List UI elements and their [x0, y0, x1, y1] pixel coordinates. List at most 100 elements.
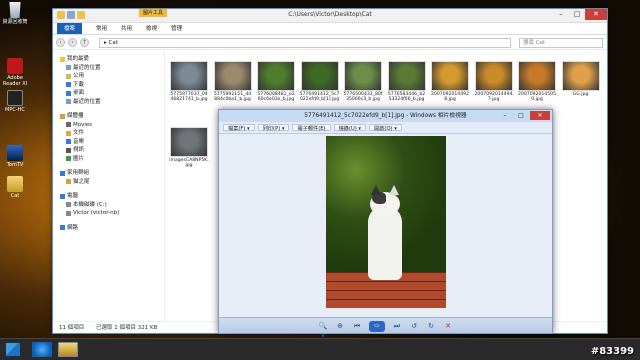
nav-item-icon	[66, 156, 71, 161]
tomtv-icon	[7, 145, 23, 161]
ribbon-tab[interactable]: 管理	[171, 23, 182, 34]
desktop-icon-cat-folder[interactable]: Cat	[0, 176, 30, 199]
previous-icon[interactable]: ⏮	[352, 321, 362, 331]
nav-item-icon	[60, 170, 65, 176]
viewer-menu-item[interactable]: 燒錄(U) ▾	[333, 124, 367, 132]
file-thumbnail[interactable]: 5776500433_80f35066c3_b.jpg	[343, 61, 383, 102]
viewer-titlebar[interactable]: 5776491412_5c7022efd9_b[1].jpg - Windows…	[219, 110, 552, 122]
nav-item-icon	[66, 65, 71, 70]
file-thumbnail[interactable]: 5775992151_dd884c0ba1_b.jpg	[213, 61, 253, 102]
nav-item[interactable]: 音樂	[53, 138, 164, 147]
file-thumbnail[interactable]: 20070920144928.jpg	[430, 61, 470, 102]
recycle-bin-icon	[9, 2, 21, 18]
viewer-menu-item[interactable]: 檔案(F) ▾	[223, 124, 255, 132]
nav-item[interactable]: 猫之尾	[53, 178, 164, 187]
file-explorer-taskbar-icon[interactable]	[58, 342, 78, 357]
desktop: 資源回收筒 Adobe Reader XI MPC-HC TomTV Cat 圖片工具 …	[0, 0, 640, 338]
nav-item-icon	[66, 73, 71, 79]
maximize-button[interactable]: □	[514, 111, 528, 120]
nav-item[interactable]: 最近的位置	[53, 64, 164, 73]
nav-item-icon	[60, 113, 65, 119]
file-name: 5776500433_80f35066c3_b.jpg	[343, 92, 383, 103]
photo-viewer-window[interactable]: 5776491412_5c7022efd9_b[1].jpg - Windows…	[218, 109, 553, 338]
ribbon-tab[interactable]: 檢視	[146, 23, 157, 34]
file-name: 20070920145050.jpg	[518, 92, 556, 103]
thumbnail-image	[213, 61, 252, 91]
nav-item[interactable]: 電腦	[53, 192, 164, 201]
nav-item[interactable]: 我的最愛	[53, 55, 164, 64]
nav-item[interactable]: 公用	[53, 72, 164, 81]
ribbon-tab[interactable]: 常用	[96, 23, 107, 34]
nav-item[interactable]: 文件	[53, 129, 164, 138]
start-icon[interactable]	[6, 343, 20, 356]
nav-item-icon	[66, 122, 71, 127]
file-thumbnail[interactable]: imagesCA8NP5K.jpg	[169, 127, 209, 168]
fit-icon[interactable]: ⊕	[335, 321, 345, 331]
nav-item[interactable]: 最近的位置	[53, 98, 164, 107]
viewer-menu-item[interactable]: 開啟(O) ▾	[369, 124, 402, 132]
internet-explorer-icon[interactable]	[32, 342, 52, 357]
delete-icon[interactable]: ✕	[443, 321, 453, 331]
file-thumbnail[interactable]: 20070920145050.jpg	[517, 61, 557, 102]
slideshow-icon[interactable]: ▭	[369, 321, 385, 332]
cat-ear	[371, 185, 381, 195]
file-thumbnail[interactable]: 5776008481_e260c6e03e_b.jpg	[256, 61, 296, 102]
nav-item-label: 文件	[73, 130, 85, 136]
nav-item-label: 媒體櫃	[67, 113, 84, 119]
minimize-button[interactable]: –	[498, 111, 512, 120]
maximize-button[interactable]: □	[569, 9, 585, 20]
nav-item-label: 圖片	[73, 155, 85, 162]
nav-item-label: 視訊	[73, 147, 85, 153]
file-thumbnail[interactable]: 5776583446_b253324f66_b.jpg	[387, 61, 427, 102]
nav-item-label: 下載	[73, 81, 85, 88]
desktop-icon-recycle-bin[interactable]: 資源回收筒	[0, 2, 30, 25]
back-icon[interactable]: ‹	[56, 38, 65, 47]
ribbon-tab[interactable]: 共用	[121, 23, 132, 34]
window-controls: – □ ✕	[553, 9, 607, 20]
nav-item[interactable]: Movies	[53, 121, 164, 130]
ribbon-tab[interactable]: 檔案	[57, 23, 83, 34]
nav-item-label: Victor (victor-nb)	[73, 210, 120, 216]
minimize-button[interactable]: –	[553, 9, 569, 20]
forward-icon[interactable]: ›	[68, 38, 77, 47]
cat-photo	[326, 136, 446, 308]
nav-item-icon	[60, 56, 65, 62]
next-icon[interactable]: ⏭	[392, 321, 402, 331]
file-thumbnail[interactable]: GG.jpg	[561, 61, 601, 97]
thumbnail-image	[387, 61, 426, 91]
file-thumbnail[interactable]: 5775977037_0446821741_b.jpg	[169, 61, 209, 102]
cat-ear	[389, 185, 399, 195]
nav-item-label: 最近的位置	[73, 64, 101, 71]
rotate-right-icon[interactable]: ↻	[426, 321, 436, 331]
file-name: GG.jpg	[572, 92, 589, 97]
up-icon[interactable]: ↑	[80, 38, 89, 47]
address-input[interactable]: ▸ Cat	[99, 38, 511, 48]
thumbnail-image	[561, 61, 600, 91]
nav-item[interactable]: 本機磁碟 (C:)	[53, 201, 164, 210]
file-thumbnail[interactable]: 20070920144947.jpg	[474, 61, 514, 102]
thumbnail-image	[170, 127, 208, 157]
viewer-menu-item[interactable]: 電子郵件(E)	[292, 124, 331, 132]
nav-item[interactable]: 視訊	[53, 146, 164, 155]
viewer-menu-item[interactable]: 列印(P) ▾	[257, 124, 290, 132]
explorer-titlebar[interactable]: 圖片工具 C:\Users\Victor\Desktop\Cat – □ ✕	[53, 9, 607, 23]
close-button[interactable]: ✕	[585, 9, 607, 20]
close-button[interactable]: ✕	[530, 111, 550, 120]
desktop-icon-adobe-reader[interactable]: Adobe Reader XI	[0, 58, 30, 87]
zoom-icon[interactable]: 🔍▾	[318, 321, 328, 338]
nav-item[interactable]: 下載	[53, 81, 164, 90]
search-input[interactable]: 搜尋 Cat	[519, 38, 603, 48]
file-thumbnail[interactable]: 5776491412_5c7022efd9_b[1].jpg	[300, 61, 340, 102]
nav-item[interactable]: Victor (victor-nb)	[53, 209, 164, 218]
nav-item[interactable]: 家用群組	[53, 169, 164, 178]
desktop-icon-mpc-hc[interactable]: MPC-HC	[0, 90, 30, 113]
nav-item-label: 音樂	[73, 138, 85, 145]
nav-item[interactable]: 桌面	[53, 89, 164, 98]
desktop-icon-label: 資源回收筒	[2, 19, 28, 25]
nav-item-icon	[66, 202, 71, 207]
desktop-icon-tomtv[interactable]: TomTV	[0, 145, 30, 168]
nav-item[interactable]: 圖片	[53, 155, 164, 164]
nav-item[interactable]: 媒體櫃	[53, 112, 164, 121]
nav-item[interactable]: 網路	[53, 224, 164, 233]
rotate-left-icon[interactable]: ↺	[409, 321, 419, 331]
